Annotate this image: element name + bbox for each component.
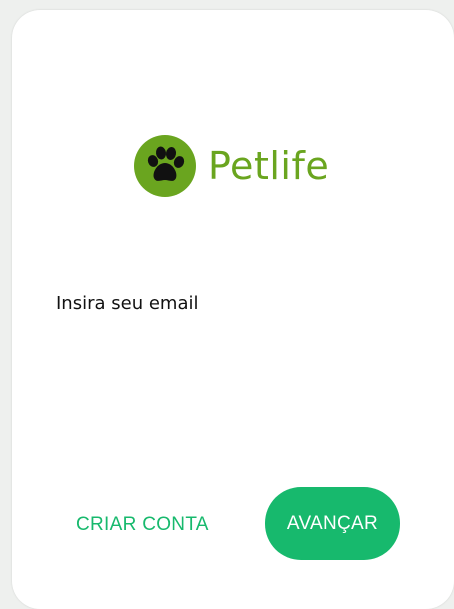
- paw-icon: [147, 146, 185, 181]
- login-card: Petlife Insira seu email CRIAR CONTA AVA…: [12, 10, 454, 609]
- screen: Petlife Insira seu email CRIAR CONTA AVA…: [0, 0, 454, 609]
- create-account-button[interactable]: CRIAR CONTA: [62, 505, 222, 545]
- app-logo: Petlife: [134, 135, 329, 197]
- email-prompt-label: Insira seu email: [56, 293, 199, 314]
- logo-text: Petlife: [208, 144, 330, 188]
- logo-badge: [134, 135, 196, 197]
- next-button[interactable]: AVANÇAR: [265, 487, 400, 560]
